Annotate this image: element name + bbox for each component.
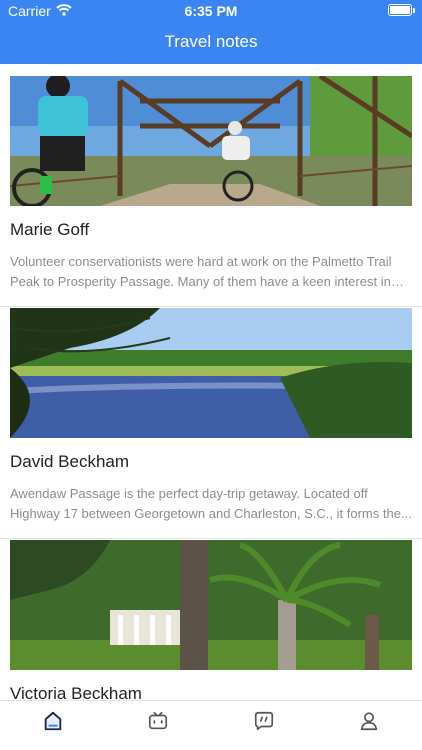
tab-bar [0,700,422,750]
tab-profile[interactable] [317,701,422,750]
note-photo[interactable] [10,540,412,670]
note-description: Volunteer conservationists were hard at … [10,254,392,289]
note-author: Marie Goff [10,220,90,239]
tab-discover[interactable] [106,701,212,750]
note-author: David Beckham [10,452,130,471]
notes-feed[interactable]: Marie Goff Volunteer conservationists we… [0,64,422,700]
home-icon [44,711,61,731]
profile-icon [361,712,378,731]
note-author: Victoria Beckham [10,684,142,700]
message-icon [254,711,273,731]
battery-icon [388,4,415,16]
note-card[interactable]: Victoria Beckham [0,539,422,700]
tab-home[interactable] [0,701,106,750]
note-card[interactable]: Marie Goff Volunteer conservationists we… [0,64,422,307]
tab-messages[interactable] [211,701,317,750]
status-time: 6:35 PM [184,3,238,19]
page-title: Travel notes [164,32,258,51]
status-bar: Carrier 6:35 PM [0,0,422,22]
note-photo[interactable] [10,76,412,206]
tv-icon [149,711,168,730]
note-description: Awendaw Passage is the perfect day-trip … [10,486,412,521]
note-photo[interactable] [10,308,412,438]
note-card[interactable]: David Beckham Awendaw Passage is the per… [0,307,422,539]
nav-header: Carrier 6:35 PM Travel notes [0,0,422,64]
